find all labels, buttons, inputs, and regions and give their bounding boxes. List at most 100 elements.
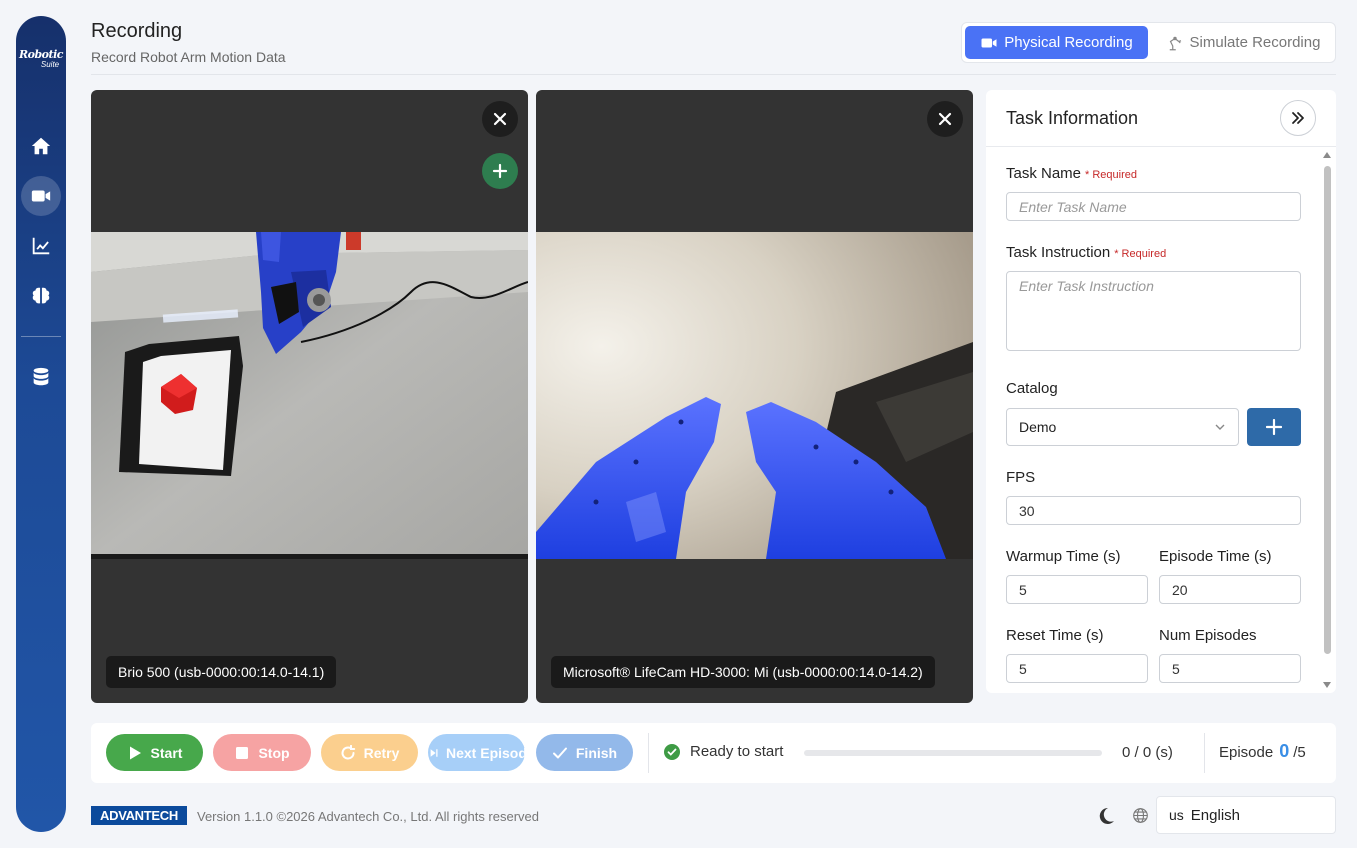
- add-camera-button[interactable]: [482, 153, 518, 189]
- sidebar: Robotic Suite: [16, 16, 66, 832]
- stop-button[interactable]: Stop: [213, 734, 311, 771]
- nav-analytics[interactable]: [21, 226, 61, 266]
- task-instruction-label: Task Instruction * Required: [1006, 244, 1166, 261]
- task-panel-header: Task Information: [986, 90, 1336, 147]
- robot-arm-icon: [1169, 36, 1181, 50]
- line-chart-icon: [32, 237, 50, 255]
- finish-button[interactable]: Finish: [536, 734, 633, 771]
- logo-line2: Suite: [40, 60, 60, 69]
- check-circle-icon: [664, 743, 680, 760]
- video-camera-icon: [981, 38, 997, 47]
- plus-icon: [492, 163, 508, 179]
- episode-total: /5: [1293, 744, 1306, 761]
- check-icon: [552, 747, 567, 758]
- close-icon: [938, 112, 952, 126]
- recording-status: Ready to start: [664, 743, 783, 760]
- episode-current: 0: [1279, 741, 1290, 761]
- recording-mode-switch: Physical Recording Simulate Recording: [961, 22, 1336, 63]
- footer: ADVANTECH Version 1.1.0 ©2026 Advantech …: [91, 796, 1336, 834]
- nav-database[interactable]: [21, 357, 61, 397]
- task-instruction-label-text: Task Instruction: [1006, 244, 1111, 261]
- brain-icon: [32, 287, 50, 304]
- page-title: Recording: [91, 20, 183, 42]
- catalog-selected-value: Demo: [1019, 419, 1057, 435]
- warmup-time-label: Warmup Time (s): [1006, 548, 1121, 565]
- finish-label: Finish: [575, 744, 618, 761]
- simulate-recording-label: Simulate Recording: [1189, 34, 1321, 51]
- language-label: English: [1190, 806, 1240, 824]
- fps-label: FPS: [1006, 469, 1036, 486]
- language-select[interactable]: us English: [1156, 796, 1336, 834]
- video-camera-icon: [31, 190, 51, 202]
- stop-icon: [236, 746, 249, 759]
- double-chevron-right-icon: [1292, 112, 1304, 124]
- catalog-label: Catalog: [1006, 380, 1058, 397]
- collapse-panel-button[interactable]: [1280, 100, 1316, 136]
- required-marker: * Required: [1114, 248, 1167, 260]
- task-information-panel: Task Information Task Name* Required Tas…: [986, 90, 1336, 693]
- globe-icon: [1133, 808, 1148, 823]
- simulate-recording-button[interactable]: Simulate Recording: [1158, 26, 1328, 59]
- scroll-down-arrow[interactable]: [1323, 682, 1331, 688]
- play-icon: [129, 746, 141, 759]
- controls-divider: [648, 733, 649, 773]
- nav-ai-model[interactable]: [21, 276, 61, 316]
- retry-icon: [341, 744, 355, 759]
- close-camera-button[interactable]: [482, 101, 518, 137]
- reset-time-label: Reset Time (s): [1006, 627, 1104, 644]
- episode-time-input[interactable]: 20: [1159, 575, 1301, 604]
- version-text: Version 1.1.0 ©2026 Advantech Co., Ltd. …: [197, 809, 540, 824]
- retry-label: Retry: [363, 744, 400, 761]
- fps-input[interactable]: 30: [1006, 496, 1301, 525]
- task-panel-scrollbar[interactable]: [1323, 152, 1331, 688]
- retry-button[interactable]: Retry: [321, 734, 418, 771]
- nav-recording[interactable]: [21, 176, 61, 216]
- episode-label: Episode: [1219, 744, 1274, 761]
- recording-progress-bar: [804, 750, 1102, 756]
- app-logo: Robotic Suite: [16, 48, 66, 70]
- episode-time-label: Episode Time (s): [1159, 548, 1272, 565]
- scroll-up-arrow[interactable]: [1323, 152, 1331, 158]
- task-name-input[interactable]: [1006, 192, 1301, 221]
- language-code: us: [1169, 807, 1184, 823]
- task-instruction-input[interactable]: [1006, 271, 1301, 351]
- camera-view-2: Microsoft® LifeCam HD-3000: Mi (usb-0000…: [536, 90, 973, 703]
- start-button[interactable]: Start: [106, 734, 203, 771]
- controls-divider: [1204, 733, 1205, 773]
- close-camera-button[interactable]: [927, 101, 963, 137]
- add-catalog-button[interactable]: [1247, 408, 1301, 446]
- start-label: Start: [150, 744, 183, 761]
- episode-counter: Episode 0 /5: [1219, 741, 1306, 762]
- moon-icon[interactable]: [1096, 806, 1116, 826]
- task-name-label-text: Task Name: [1006, 165, 1082, 182]
- close-icon: [493, 112, 507, 126]
- camera-feed-image: [91, 232, 528, 559]
- catalog-select[interactable]: Demo: [1006, 408, 1239, 446]
- next-episode-label: Next Episode: [446, 744, 525, 761]
- task-panel-title: Task Information: [1006, 108, 1139, 128]
- home-icon: [31, 137, 51, 155]
- camera-device-label: Microsoft® LifeCam HD-3000: Mi (usb-0000…: [551, 656, 935, 688]
- chevron-down-icon: [1215, 424, 1225, 430]
- next-episode-button[interactable]: Next Episode: [428, 734, 525, 771]
- camera-feed-image: [536, 232, 973, 559]
- plus-icon: [1266, 419, 1282, 435]
- stop-label: Stop: [258, 744, 290, 761]
- scroll-thumb[interactable]: [1324, 166, 1331, 654]
- nav-home[interactable]: [21, 126, 61, 166]
- progress-time: 0 / 0 (s): [1122, 744, 1173, 761]
- page-header: Recording Record Robot Arm Motion Data: [91, 20, 286, 65]
- physical-recording-label: Physical Recording: [1004, 34, 1133, 51]
- num-episodes-label: Num Episodes: [1159, 627, 1257, 644]
- recording-controls: Start Stop Retry Next Episode Finish Rea…: [91, 723, 1336, 783]
- warmup-time-input[interactable]: 5: [1006, 575, 1148, 604]
- header-divider: [91, 74, 1336, 75]
- camera-feed-1: [91, 232, 528, 559]
- reset-time-input[interactable]: 5: [1006, 654, 1148, 683]
- logo-line1: Robotic: [19, 48, 63, 61]
- physical-recording-button[interactable]: Physical Recording: [965, 26, 1148, 59]
- camera-feed-2: [536, 232, 973, 559]
- required-marker: * Required: [1085, 169, 1138, 181]
- num-episodes-input[interactable]: 5: [1159, 654, 1301, 683]
- camera-view-1: Brio 500 (usb-0000:00:14.0-14.1): [91, 90, 528, 703]
